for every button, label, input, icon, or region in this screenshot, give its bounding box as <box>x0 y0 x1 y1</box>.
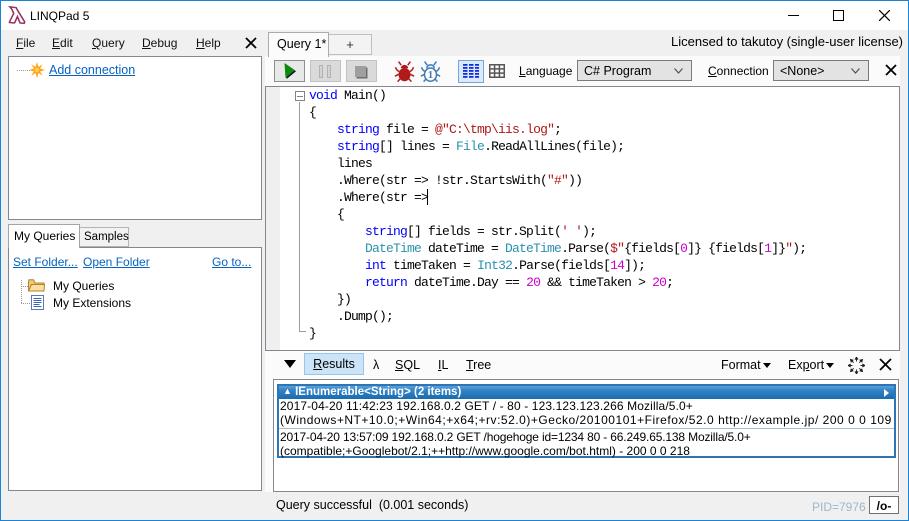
svg-text:1: 1 <box>428 69 434 81</box>
